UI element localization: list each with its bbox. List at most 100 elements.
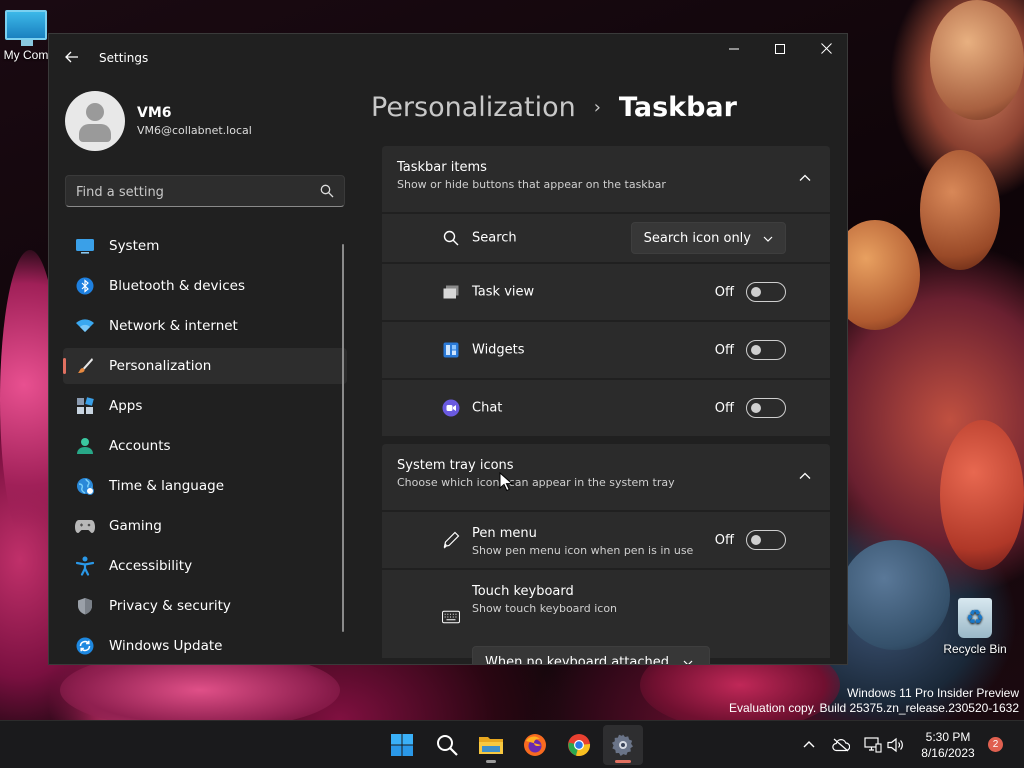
sidebar-item-network[interactable]: Network & internet	[63, 308, 347, 344]
setting-label: Pen menu	[472, 526, 537, 541]
sidebar-item-label: Apps	[109, 398, 143, 414]
search-icon	[442, 229, 460, 247]
setting-description: Show pen menu icon when pen is in use	[472, 544, 694, 557]
pen-icon	[442, 531, 460, 549]
running-indicator	[486, 760, 496, 763]
sidebar-item-time-language[interactable]: Time & language	[63, 468, 347, 504]
maximize-icon	[775, 44, 785, 54]
taskbar-items-header[interactable]: Taskbar items Show or hide buttons that …	[382, 146, 830, 212]
close-icon	[820, 43, 832, 54]
start-button[interactable]	[382, 725, 422, 765]
chevron-up-icon[interactable]	[798, 171, 812, 185]
wallpaper-shape	[840, 540, 950, 650]
settings-search[interactable]	[65, 175, 345, 207]
maximize-button[interactable]	[757, 34, 803, 66]
user-email: VM6@collabnet.local	[137, 124, 252, 137]
back-button[interactable]	[61, 48, 83, 70]
firefox-icon	[524, 734, 546, 756]
tray-onedrive-button[interactable]	[831, 735, 851, 755]
minimize-icon	[729, 48, 739, 50]
my-computer-shortcut[interactable]: My Com	[0, 10, 52, 62]
title-bar[interactable]: Settings	[49, 34, 847, 82]
touch-keyboard-dropdown[interactable]: When no keyboard attached	[472, 646, 710, 664]
sidebar-item-accounts[interactable]: Accounts	[63, 428, 347, 464]
sidebar-item-label: Accounts	[109, 438, 171, 454]
breadcrumb: Personalization › Taskbar	[371, 92, 737, 123]
pen-menu-toggle[interactable]	[746, 530, 786, 550]
tray-volume-button[interactable]	[886, 735, 906, 755]
system-tray-header[interactable]: System tray icons Choose which icons can…	[382, 444, 830, 510]
gamepad-icon	[75, 516, 95, 536]
chevron-down-icon	[763, 236, 773, 242]
show-hidden-icons-button[interactable]	[799, 735, 819, 755]
setting-row-touch-keyboard: Touch keyboard Show touch keyboard icon …	[382, 568, 830, 664]
sidebar-item-gaming[interactable]: Gaming	[63, 508, 347, 544]
task-view-toggle[interactable]	[746, 282, 786, 302]
clock[interactable]: 5:30 PM 8/16/2023	[912, 729, 984, 761]
firefox-button[interactable]	[515, 725, 555, 765]
avatar-body	[79, 124, 111, 142]
brush-icon	[75, 356, 95, 376]
settings-taskbar-button[interactable]	[603, 725, 643, 765]
sidebar-nav: System Bluetooth & devices Network & int…	[63, 228, 347, 664]
tray-network-button[interactable]	[863, 735, 883, 755]
sidebar-scrollbar[interactable]	[342, 244, 344, 632]
toggle-knob	[751, 535, 761, 545]
build-watermark: Windows 11 Pro Insider Preview Evaluatio…	[729, 686, 1019, 716]
sidebar-item-personalization[interactable]: Personalization	[63, 348, 347, 384]
section-subtitle: Show or hide buttons that appear on the …	[397, 178, 666, 191]
avatar[interactable]	[65, 91, 125, 151]
watermark-line-2: Evaluation copy. Build 25375.zn_release.…	[729, 701, 1019, 715]
system-tray-section: System tray icons Choose which icons can…	[382, 444, 830, 664]
sidebar-item-system[interactable]: System	[63, 228, 347, 264]
clock-time: 5:30 PM	[925, 730, 971, 744]
chat-icon	[442, 399, 460, 417]
widgets-toggle[interactable]	[746, 340, 786, 360]
wifi-icon	[75, 316, 95, 336]
setting-label: Search	[472, 230, 517, 246]
start-icon	[391, 734, 413, 756]
recycle-bin-icon: ♻	[958, 598, 992, 638]
taskbar-search-button[interactable]	[427, 725, 467, 765]
close-button[interactable]	[803, 34, 847, 66]
page-title: Taskbar	[618, 92, 737, 123]
sidebar-item-windows-update[interactable]: Windows Update	[63, 628, 347, 664]
file-explorer-icon	[479, 737, 503, 754]
keyboard-icon	[442, 608, 460, 626]
sidebar-item-accessibility[interactable]: Accessibility	[63, 548, 347, 584]
sidebar-item-label: Personalization	[109, 358, 212, 374]
sidebar-item-bluetooth[interactable]: Bluetooth & devices	[63, 268, 347, 304]
section-subtitle: Choose which icons can appear in the sys…	[397, 476, 675, 489]
chat-toggle[interactable]	[746, 398, 786, 418]
section-title: System tray icons	[397, 458, 514, 473]
system-icon	[75, 236, 95, 256]
volume-icon	[887, 737, 903, 753]
breadcrumb-parent[interactable]: Personalization	[371, 92, 576, 123]
chevron-up-icon[interactable]	[798, 469, 812, 483]
recycle-bin-shortcut[interactable]: ♻ Recycle Bin	[942, 598, 1008, 656]
file-explorer-button[interactable]	[471, 725, 511, 765]
chrome-button[interactable]	[559, 725, 599, 765]
search-input[interactable]	[76, 182, 306, 202]
sidebar-item-privacy[interactable]: Privacy & security	[63, 588, 347, 624]
notification-badge[interactable]: 2	[988, 737, 1003, 752]
taskbar: 5:30 PM 8/16/2023 2	[0, 720, 1024, 768]
search-icon	[437, 735, 458, 756]
sidebar-item-label: Privacy & security	[109, 598, 231, 614]
setting-row-widgets: Widgets Off	[382, 320, 830, 378]
sidebar-item-label: System	[109, 238, 160, 254]
setting-description: Show touch keyboard icon	[472, 602, 618, 615]
toggle-knob	[751, 287, 761, 297]
sidebar-item-apps[interactable]: Apps	[63, 388, 347, 424]
setting-label: Widgets	[472, 342, 525, 358]
pen-menu-toggle-group: Off	[715, 530, 786, 550]
widgets-icon	[442, 341, 460, 359]
task-view-icon	[442, 283, 460, 301]
search-mode-dropdown[interactable]: Search icon only	[630, 222, 786, 254]
minimize-button[interactable]	[711, 34, 757, 66]
shield-icon	[75, 596, 95, 616]
toggle-state: Off	[714, 342, 734, 358]
network-icon	[864, 737, 882, 753]
apps-icon	[75, 396, 95, 416]
toggle-state: Off	[714, 532, 734, 548]
